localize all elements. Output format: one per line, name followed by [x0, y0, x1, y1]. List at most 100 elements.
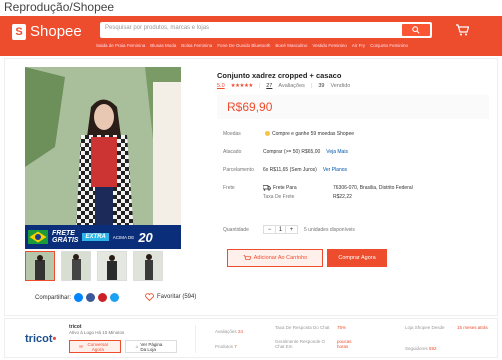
shop-stat-value: 15 meses atrás [457, 325, 491, 330]
parcelamento-text: 6x R$11,65 (Sem Juros) [263, 167, 317, 173]
twitter-icon[interactable] [110, 293, 120, 302]
shop-stat: Produtos 7 [215, 344, 237, 349]
parcelamento-link[interactable]: Ver Planos [323, 167, 347, 173]
keyword-link[interactable]: Boné Masculino [275, 43, 307, 48]
shop-active-status: Ativo à Logo Há 10 Minutos [69, 330, 125, 335]
atacado-label: Atacado [223, 149, 242, 155]
shop-stat: Seguidores 592 [405, 346, 437, 351]
shopee-logo[interactable]: S Shopee [12, 23, 82, 40]
price-box: R$69,90 [217, 95, 489, 119]
shop-stat-value: 75% [337, 325, 346, 330]
rating-stars: ★★★★★ [230, 83, 254, 89]
add-to-cart-button[interactable]: Adicionar Ao Carrinho [227, 249, 323, 267]
sold-label: Vendido [330, 83, 351, 89]
parcelamento-label: Parcelamento [223, 167, 254, 173]
quantity-available: 5 unidades disponíveis [304, 226, 355, 233]
product-title: Conjunto xadrez cropped + casaco [217, 71, 342, 80]
stat-label: Taxa De Resposta Do Chat [275, 325, 330, 330]
product-section: FRETE GRÁTIS EXTRA ACIMA DE 20 Compartil… [4, 58, 498, 316]
free-shipping-banner: FRETE GRÁTIS EXTRA ACIMA DE 20 [25, 225, 181, 249]
top-header: S Shopee Pesquisar por produtos, marcas … [0, 16, 502, 56]
rating-value[interactable]: 5.0 [217, 83, 225, 89]
search-bar[interactable]: Pesquisar por produtos, marcas e lojas [100, 22, 432, 38]
messenger-icon[interactable] [74, 293, 84, 302]
buy-now-label: Comprar Agora [338, 255, 376, 261]
keyword-link[interactable]: Vestido Feminino [312, 43, 347, 48]
frete-destino[interactable]: 76306-070, Brasilia, Distrito Federal [333, 185, 413, 191]
stat-value: 24 [237, 329, 243, 334]
quantity-row: Quantidade − 1 + 5 unidades disponíveis [223, 225, 355, 234]
shop-logo-dot: • [52, 333, 57, 345]
frete-taxa: Taxa De Frete [263, 194, 295, 200]
brazil-flag-icon [28, 230, 48, 244]
banner-gratis: GRÁTIS [52, 237, 79, 244]
stat-value: poucas horas [337, 339, 352, 349]
stat-label: Produtos [215, 344, 234, 349]
keyword-link[interactable]: Fone De Ouvido Bluetooth [217, 43, 270, 48]
quantity-minus-button[interactable]: − [264, 226, 275, 234]
search-icon [412, 26, 420, 34]
shop-stat: Avaliações 24 [215, 329, 243, 334]
banner-frete: FRETE [52, 230, 75, 237]
truck-icon [263, 185, 271, 191]
quantity-input[interactable]: 1 [275, 225, 286, 234]
favorite-label: Favoritar (594) [157, 294, 197, 300]
store-icon: ⌂ [135, 344, 139, 349]
view-shop-button[interactable]: ⌂ Ver Página Da Loja [125, 340, 177, 353]
heart-icon [145, 293, 154, 301]
thumbnail[interactable] [25, 251, 55, 281]
frete-para: Frete Para [273, 185, 297, 191]
frete-valor[interactable]: R$22,22 [333, 194, 413, 200]
reviews-count[interactable]: 27 [266, 83, 272, 89]
keyword-link[interactable]: Bolsa Feminina [181, 43, 212, 48]
chat-now-button[interactable]: ✉ Conversar Agora [69, 340, 121, 353]
atacado-text: Comprar (>= 50) R$65,00 [263, 149, 321, 155]
keyword-link[interactable]: Blusas Moda [150, 43, 176, 48]
thumbnail[interactable] [61, 251, 91, 281]
atacado-link[interactable]: Veja Mais [326, 149, 348, 155]
buy-now-button[interactable]: Comprar Agora [327, 249, 387, 267]
frete-label: Frete [223, 185, 235, 191]
keyword-links: Saida de Praia Feminina Blusas Moda Bols… [96, 43, 426, 48]
cart-icon[interactable] [455, 24, 469, 36]
moedas-text: Compre e ganhe 59 moedas Shopee [272, 131, 355, 137]
stat-label: Avaliações [215, 329, 237, 334]
keyword-link[interactable]: Saida de Praia Feminina [96, 43, 145, 48]
divider [195, 325, 196, 353]
cart-add-icon [243, 254, 251, 260]
banner-extra: EXTRA [82, 233, 109, 241]
banner-valor: 20 [138, 229, 153, 245]
quantity-plus-button[interactable]: + [286, 226, 297, 234]
favorite-button[interactable]: Favoritar (594) [145, 293, 196, 301]
product-main-image[interactable]: FRETE GRÁTIS EXTRA ACIMA DE 20 [25, 67, 181, 249]
thumbnail[interactable] [97, 251, 127, 281]
coin-icon [265, 131, 270, 137]
stat-label: Loja Shopee Desde [405, 325, 445, 330]
search-button[interactable] [402, 24, 430, 36]
shop-stat-value: poucas horas [337, 339, 361, 349]
facebook-icon[interactable] [86, 293, 96, 302]
shopping-bag-icon: S [12, 23, 26, 40]
keyword-link[interactable]: Conjunto Feminino [370, 43, 408, 48]
pinterest-icon[interactable] [98, 293, 108, 302]
search-placeholder[interactable]: Pesquisar por produtos, marcas e lojas [105, 25, 209, 31]
shop-logo-text: tricot [25, 333, 53, 345]
frete-row: Frete Frete Para Taxa De Frete 76306-070… [223, 185, 413, 200]
shop-logo[interactable]: tricot• [25, 333, 56, 345]
shop-section: tricot• tricot Ativo à Logo Há 10 Minuto… [4, 318, 498, 358]
banner-acima: ACIMA DE [112, 234, 135, 240]
atacado-row: Atacado Comprar (>= 50) R$65,00 Veja Mai… [223, 149, 348, 155]
product-photo-illustration [25, 67, 181, 249]
add-to-cart-label: Adicionar Ao Carrinho [253, 255, 308, 261]
keyword-link[interactable]: Air Fry [352, 43, 365, 48]
stat-value: 592 [429, 346, 437, 351]
share-label: Compartilhar: [35, 294, 72, 301]
thumbnail-strip [25, 251, 163, 281]
moedas-label: Moedas [223, 131, 241, 137]
quantity-label: Quantidade [223, 226, 249, 233]
quantity-stepper[interactable]: − 1 + [263, 225, 298, 234]
thumbnail[interactable] [133, 251, 163, 281]
share-row: Compartilhar: [35, 293, 120, 302]
view-shop-label: Ver Página Da Loja [140, 341, 163, 352]
stat-value: 75% [337, 325, 347, 330]
